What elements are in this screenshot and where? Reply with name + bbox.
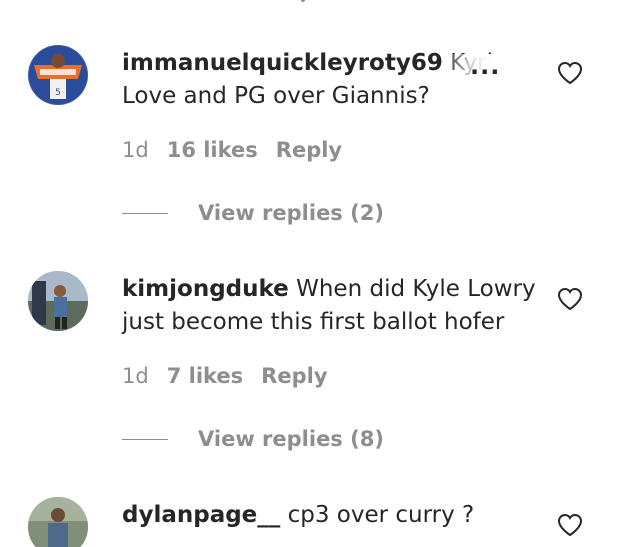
view-replies-button[interactable]: View replies (8) [122,427,384,451]
scroll-indicator [301,0,305,2]
comment-body: dylanpage__ cp3 over curry ? [122,499,542,532]
heart-icon[interactable] [557,61,583,85]
view-replies-line [122,212,168,214]
comment-username[interactable]: kimjongduke [122,276,289,302]
svg-text:5: 5 [55,88,61,98]
comment-text: cp3 over curry ? [287,502,475,528]
comment-username[interactable]: dylanpage__ [122,502,280,528]
heart-icon[interactable] [557,513,583,537]
comment-body: kimjongduke When did Kyle Lowry just bec… [122,273,542,339]
comment-time[interactable]: 1d [122,138,149,162]
likes-count[interactable]: 7 likes [167,364,243,388]
reply-button[interactable]: Reply [261,364,327,388]
more-dots-icon[interactable]: ... [470,52,500,80]
view-replies-label: View replies (8) [198,427,384,451]
comment-text: Love and PG over Giannis? [122,83,430,109]
comment-meta: 1d 16 likes Reply [122,138,342,162]
avatar[interactable] [28,497,88,547]
view-replies-label: View replies (2) [198,201,384,225]
comments-panel: 5 immanuelquickleyroty69 Kyrie Love and … [0,0,622,547]
view-replies-line [122,438,168,440]
view-replies-button[interactable]: View replies (2) [122,201,384,225]
comment-meta: 1d 7 likes Reply [122,364,328,388]
comment-username[interactable]: immanuelquickleyroty69 [122,50,443,76]
avatar[interactable] [28,271,88,331]
likes-count[interactable]: 16 likes [167,138,258,162]
heart-icon[interactable] [557,287,583,311]
comment-time[interactable]: 1d [122,364,149,388]
avatar[interactable]: 5 [28,45,88,105]
reply-button[interactable]: Reply [276,138,342,162]
